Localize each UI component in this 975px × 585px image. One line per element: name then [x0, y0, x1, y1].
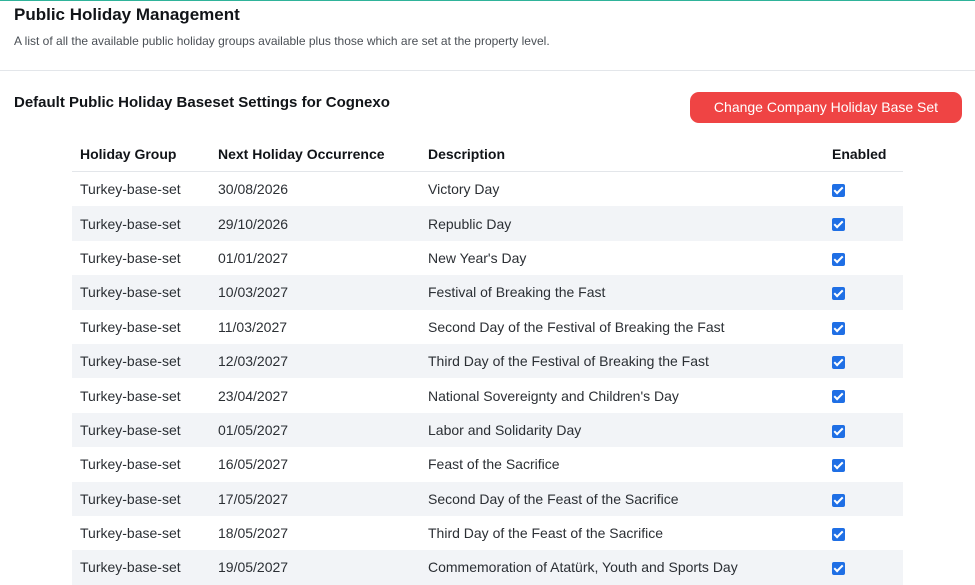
change-company-holiday-base-set-button[interactable]: Change Company Holiday Base Set [690, 92, 962, 123]
holiday-group-cell: Turkey-base-set [72, 481, 210, 516]
enabled-checkbox[interactable] [832, 493, 845, 507]
next-occurrence-cell: 10/03/2027 [210, 275, 420, 310]
holiday-group-cell: Turkey-base-set [72, 275, 210, 310]
holiday-group-cell: Turkey-base-set [80, 318, 181, 335]
table-header-row: Holiday Group Next Holiday Occurrence De… [72, 137, 903, 172]
table-row: Turkey-base-set 10/03/2027 Festival of Bre… [72, 275, 903, 310]
description-cell: Second Day of the Feast of the Sacrifice [420, 481, 824, 516]
holiday-group-cell: Turkey-base-set [72, 550, 210, 585]
description-cell: Festival of Breaking the Fast [420, 275, 824, 310]
enabled-cell [824, 516, 903, 550]
enabled-cell [824, 412, 903, 448]
page-header: Public Holiday Management A list of all … [14, 4, 550, 48]
table-row: Turkey-base-set 23/04/2027 National Sovere… [72, 378, 903, 412]
holiday-table: Holiday Group Next Holiday Occurrence De… [72, 137, 903, 585]
enabled-cell [824, 241, 903, 275]
next-occurrence-cell: 01/01/2027 [218, 249, 289, 266]
enabled-cell [824, 343, 903, 379]
description-cell: Feast of the Sacrifice [428, 456, 560, 473]
next-occurrence-cell: 12/03/2027 [210, 343, 420, 379]
enabled-cell [824, 481, 903, 516]
enabled-checkbox[interactable] [832, 355, 845, 369]
column-header-holiday-group: Holiday Group [72, 137, 210, 172]
holiday-table-container: Holiday Group Next Holiday Occurrence De… [72, 137, 903, 585]
table-row: Turkey-base-set 19/05/2027 Commemoration o… [72, 550, 903, 585]
enabled-checkbox[interactable] [832, 183, 845, 197]
description-cell: Third Day of the Festival of Breaking th… [420, 343, 824, 379]
enabled-cell [824, 378, 903, 412]
table-row: Turkey-base-set 17/05/2027 Second Day of t… [72, 481, 903, 516]
enabled-cell [824, 206, 903, 241]
holiday-group-cell: Turkey-base-set [72, 412, 210, 448]
column-header-description: Description [420, 137, 824, 172]
holiday-group-cell: Turkey-base-set [72, 343, 210, 379]
table-row: Turkey-base-set 11/03/2027 Second Day of t… [72, 310, 903, 344]
table-row: Turkey-base-set 16/05/2027 Feast of the Sa… [72, 447, 903, 481]
table-row: Turkey-base-set 01/01/2027 New Year's Day [72, 241, 903, 275]
description-cell: Commemoration of Atatürk, Youth and Spor… [420, 550, 824, 585]
description-cell: Victory Day [428, 181, 500, 198]
next-occurrence-cell: 16/05/2027 [218, 456, 289, 473]
page-title: Public Holiday Management [14, 5, 240, 24]
enabled-cell [824, 172, 903, 207]
table-row: Turkey-base-set 18/05/2027 Third Day of th… [72, 516, 903, 550]
enabled-checkbox[interactable] [832, 321, 845, 335]
table-row: Turkey-base-set 01/05/2027 Labor and Solid… [72, 412, 903, 448]
enabled-cell [824, 275, 903, 310]
next-occurrence-cell: 19/05/2027 [210, 550, 420, 585]
holiday-group-cell: Turkey-base-set [80, 181, 181, 198]
holiday-group-cell: Turkey-base-set [80, 525, 181, 542]
description-cell: Third Day of the Feast of the Sacrifice [428, 525, 663, 542]
page-subtitle: A list of all the available public holid… [14, 34, 550, 48]
description-cell: Second Day of the Festival of Breaking t… [428, 318, 725, 335]
description-cell: Republic Day [420, 206, 824, 241]
next-occurrence-cell: 17/05/2027 [210, 481, 420, 516]
enabled-checkbox[interactable] [832, 287, 845, 301]
enabled-checkbox[interactable] [832, 459, 845, 473]
next-occurrence-cell: 23/04/2027 [218, 387, 289, 404]
next-occurrence-cell: 11/03/2027 [218, 318, 288, 335]
column-header-next-holiday-occurrence: Next Holiday Occurrence [210, 137, 420, 172]
next-occurrence-cell: 18/05/2027 [218, 525, 289, 542]
next-occurrence-cell: 01/05/2027 [210, 412, 420, 448]
holiday-group-cell: Turkey-base-set [72, 206, 210, 241]
enabled-checkbox[interactable] [832, 527, 845, 541]
table-row: Turkey-base-set 29/10/2026 Republic Day [72, 206, 903, 241]
enabled-checkbox[interactable] [832, 390, 845, 404]
enabled-checkbox[interactable] [832, 218, 845, 232]
enabled-checkbox[interactable] [832, 562, 845, 576]
header-divider [0, 70, 975, 71]
table-row: Turkey-base-set 30/08/2026 Victory Day [72, 172, 903, 207]
table-row: Turkey-base-set 12/03/2027 Third Day of th… [72, 343, 903, 379]
enabled-cell [824, 550, 903, 585]
holiday-group-cell: Turkey-base-set [80, 249, 181, 266]
next-occurrence-cell: 30/08/2026 [218, 181, 289, 198]
enabled-cell [824, 310, 903, 344]
top-accent-line [0, 0, 975, 1]
enabled-cell [824, 447, 903, 481]
holiday-group-cell: Turkey-base-set [80, 456, 181, 473]
section-title: Default Public Holiday Baseset Settings … [14, 94, 390, 111]
description-cell: Labor and Solidarity Day [420, 412, 824, 448]
column-header-enabled: Enabled [824, 137, 903, 172]
table-body: Turkey-base-set 30/08/2026 Victory Day Turk… [72, 172, 903, 585]
enabled-checkbox[interactable] [832, 424, 845, 438]
description-cell: National Sovereignty and Children's Day [428, 387, 679, 404]
enabled-checkbox[interactable] [832, 252, 845, 266]
next-occurrence-cell: 29/10/2026 [210, 206, 420, 241]
holiday-group-cell: Turkey-base-set [80, 387, 181, 404]
description-cell: New Year's Day [428, 249, 527, 266]
